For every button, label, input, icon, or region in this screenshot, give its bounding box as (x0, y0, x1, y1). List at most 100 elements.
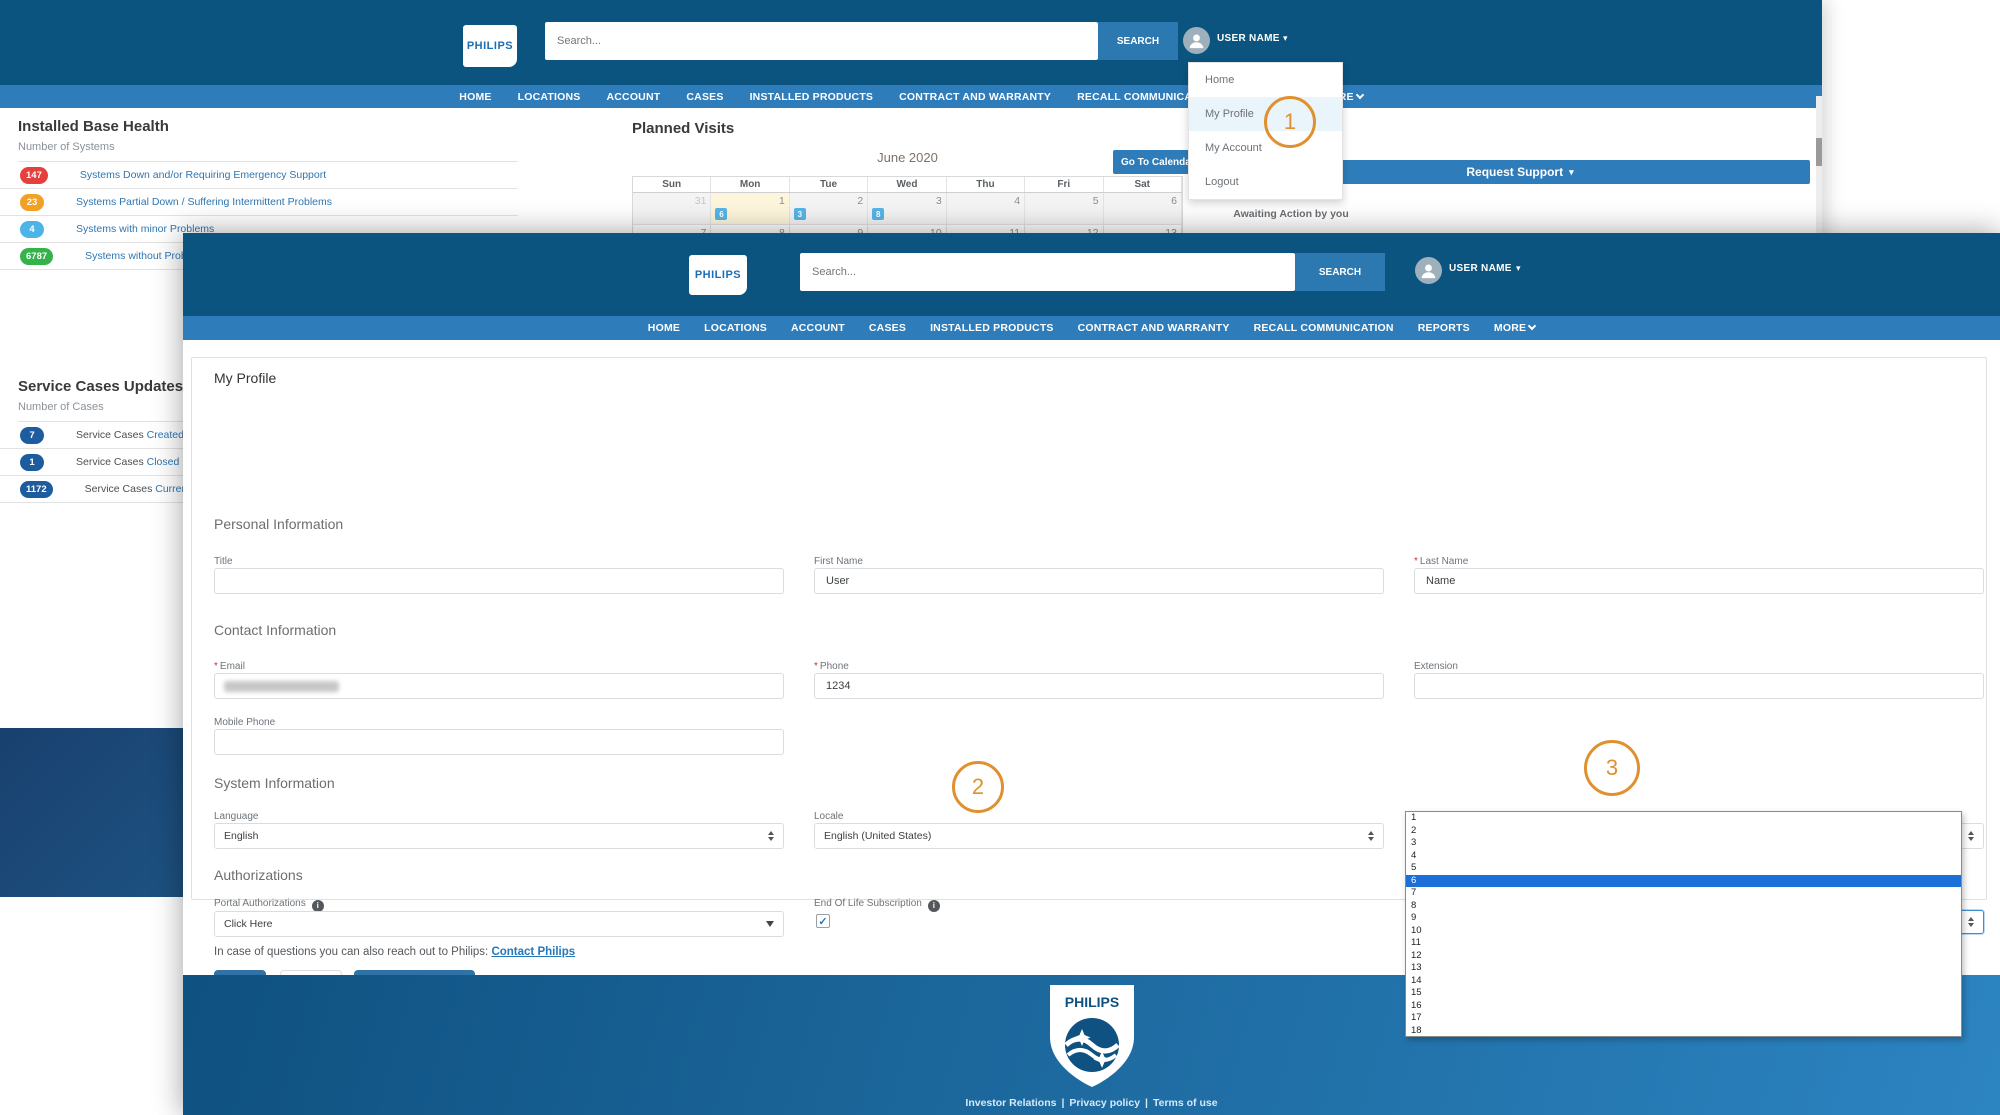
option-2[interactable]: 2 (1406, 825, 1961, 838)
nav-locations[interactable]: LOCATIONS (704, 322, 767, 334)
option-6-selected[interactable]: 6 (1406, 875, 1961, 888)
option-4[interactable]: 4 (1406, 850, 1961, 863)
row-link[interactable]: Closed (147, 456, 180, 468)
search-button[interactable]: SEARCH (1295, 253, 1385, 291)
user-menu-item-logout[interactable]: Logout (1189, 165, 1342, 199)
nav-reports[interactable]: REPORTS (1418, 322, 1470, 334)
calendar-cell[interactable]: 11 (947, 225, 1025, 233)
visit-count-badge[interactable]: 3 (794, 208, 806, 220)
extension-input-field[interactable] (1424, 679, 1974, 693)
nav-more[interactable]: MORE (1494, 322, 1535, 334)
nav-cases[interactable]: CASES (686, 91, 723, 103)
privacy-policy-link[interactable]: Privacy policy (1069, 1097, 1140, 1109)
installed-base-row-label[interactable]: Systems Partial Down / Suffering Intermi… (76, 196, 332, 208)
portal-authorizations-select[interactable]: Click Here (214, 911, 784, 937)
user-menu-item-home[interactable]: Home (1189, 63, 1342, 97)
user-avatar-icon[interactable] (1183, 27, 1210, 54)
last-name-input[interactable] (1414, 568, 1984, 594)
option-17[interactable]: 17 (1406, 1012, 1961, 1025)
option-15[interactable]: 15 (1406, 987, 1961, 1000)
terms-of-use-link[interactable]: Terms of use (1153, 1097, 1218, 1109)
option-18[interactable]: 18 (1406, 1025, 1961, 1038)
calendar-cell[interactable]: 5 (1025, 193, 1103, 225)
first-name-input-field[interactable] (824, 574, 1374, 588)
option-3[interactable]: 3 (1406, 837, 1961, 850)
calendar-cell[interactable]: 38 (868, 193, 946, 225)
calendar-cell[interactable]: 8 (711, 225, 789, 233)
calendar-cell[interactable]: 31 (633, 193, 711, 225)
user-menu-item-my-account[interactable]: My Account (1189, 131, 1342, 165)
nav-account[interactable]: ACCOUNT (606, 91, 660, 103)
user-avatar-icon[interactable] (1415, 257, 1442, 284)
installed-base-row-label[interactable]: Systems Down and/or Requiring Emergency … (80, 169, 326, 181)
scrollbar-thumb[interactable] (1816, 138, 1822, 166)
installed-base-row[interactable]: 23 Systems Partial Down / Suffering Inte… (0, 189, 518, 216)
visit-count-badge[interactable]: 8 (872, 208, 884, 220)
option-13[interactable]: 13 (1406, 962, 1961, 975)
search-input-field[interactable] (810, 265, 1285, 279)
calendar-cell[interactable]: 23 (790, 193, 868, 225)
visit-count-badge[interactable]: 6 (715, 208, 727, 220)
vertical-scrollbar[interactable] (1816, 96, 1822, 235)
mobile-phone-input-field[interactable] (224, 735, 774, 749)
calendar-cell[interactable]: 6 (1104, 193, 1182, 225)
nav-account[interactable]: ACCOUNT (791, 322, 845, 334)
nav-cases[interactable]: CASES (869, 322, 906, 334)
eol-subscription-checkbox[interactable]: ✓ (816, 914, 830, 928)
section-personal-information: Personal Information (214, 516, 343, 532)
phone-input-field[interactable] (824, 679, 1374, 693)
last-name-input-field[interactable] (1424, 574, 1974, 588)
search-button[interactable]: SEARCH (1098, 22, 1178, 60)
first-name-input[interactable] (814, 568, 1384, 594)
nav-recall-communication[interactable]: RECALL COMMUNICATION (1254, 322, 1394, 334)
philips-logo[interactable]: PHILIPS (463, 25, 517, 67)
email-input[interactable] (214, 673, 784, 699)
nav-home[interactable]: HOME (459, 91, 491, 103)
mobile-phone-input[interactable] (214, 729, 784, 755)
title-input-field[interactable] (224, 574, 774, 588)
option-11[interactable]: 11 (1406, 937, 1961, 950)
phone-input[interactable] (814, 673, 1384, 699)
row-link[interactable]: Created (147, 429, 184, 441)
language-select[interactable]: English (214, 823, 784, 849)
search-input-field[interactable] (555, 34, 1088, 48)
email-label: *Email (214, 661, 245, 672)
calendar-cell[interactable]: 7 (633, 225, 711, 233)
option-1[interactable]: 1 (1406, 812, 1961, 825)
nav-contract-warranty[interactable]: CONTRACT AND WARRANTY (899, 91, 1051, 103)
nav-contract-warranty[interactable]: CONTRACT AND WARRANTY (1078, 322, 1230, 334)
nav-home[interactable]: HOME (648, 322, 680, 334)
title-input[interactable] (214, 568, 784, 594)
option-8[interactable]: 8 (1406, 900, 1961, 913)
option-10[interactable]: 10 (1406, 925, 1961, 938)
calendar-cell[interactable]: 9 (790, 225, 868, 233)
nav-installed-products[interactable]: INSTALLED PRODUCTS (930, 322, 1054, 334)
service-cases-row-label: Service Cases Current (85, 483, 191, 495)
info-icon[interactable]: i (312, 900, 324, 912)
user-name-label[interactable]: USER NAME (1449, 263, 1512, 274)
calendar-cell[interactable]: 10 (868, 225, 946, 233)
calendar-cell[interactable]: 13 (1104, 225, 1182, 233)
contact-philips-link[interactable]: Contact Philips (491, 946, 575, 958)
extension-input[interactable] (1414, 673, 1984, 699)
user-name-label[interactable]: USER NAME (1217, 33, 1280, 44)
calendar-cell[interactable]: 4 (947, 193, 1025, 225)
option-5[interactable]: 5 (1406, 862, 1961, 875)
option-16[interactable]: 16 (1406, 1000, 1961, 1013)
calendar-cell-today[interactable]: 16 (711, 193, 789, 225)
locale-select[interactable]: English (United States) (814, 823, 1384, 849)
calendar-cell[interactable]: 12 (1025, 225, 1103, 233)
search-input[interactable] (545, 22, 1098, 60)
option-9[interactable]: 9 (1406, 912, 1961, 925)
nav-installed-products[interactable]: INSTALLED PRODUCTS (750, 91, 874, 103)
philips-logo[interactable]: PHILIPS (689, 255, 747, 295)
awaiting-action-tab[interactable]: Awaiting Action by you (1216, 208, 1366, 220)
option-7[interactable]: 7 (1406, 887, 1961, 900)
search-input[interactable] (800, 253, 1295, 291)
option-12[interactable]: 12 (1406, 950, 1961, 963)
info-icon[interactable]: i (928, 900, 940, 912)
option-14[interactable]: 14 (1406, 975, 1961, 988)
installed-base-row[interactable]: 147 Systems Down and/or Requiring Emerge… (0, 162, 518, 189)
nav-locations[interactable]: LOCATIONS (518, 91, 581, 103)
investor-relations-link[interactable]: Investor Relations (965, 1097, 1056, 1109)
